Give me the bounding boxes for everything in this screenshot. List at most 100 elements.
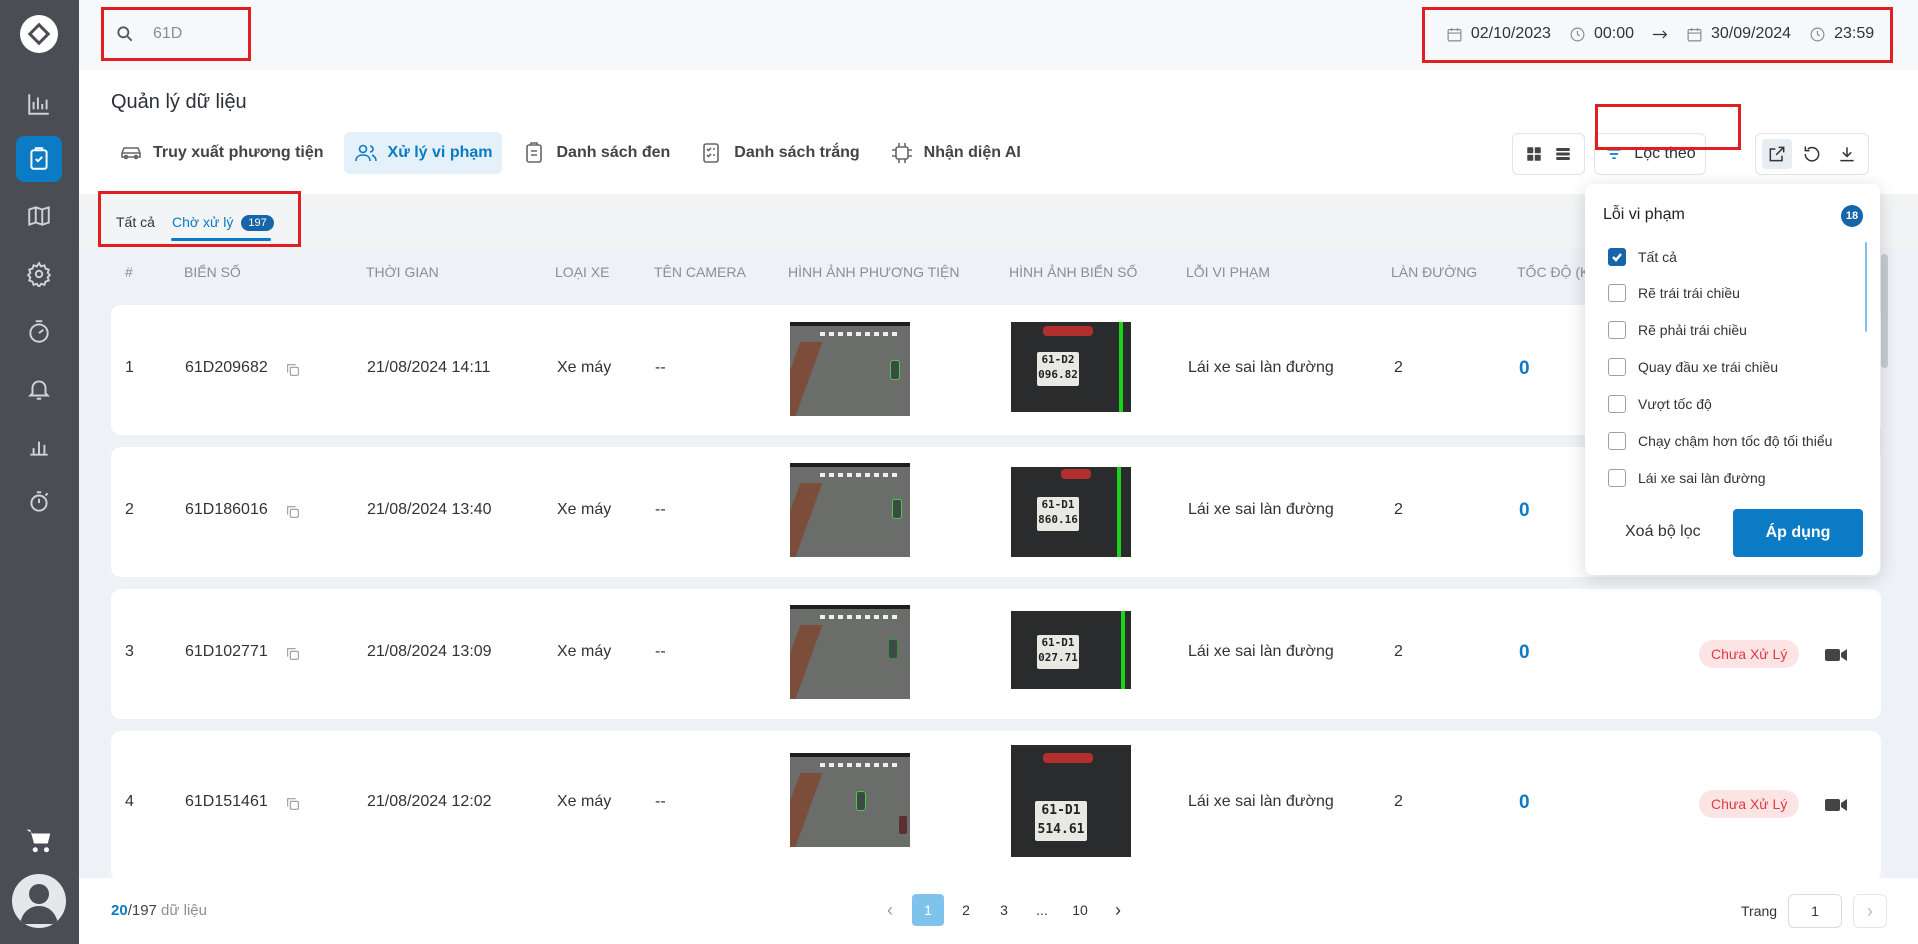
header-plate[interactable]: Biển số [184,264,241,280]
bell-icon [27,380,51,400]
search-box[interactable]: 61D [101,8,251,60]
filter-label: Lọc theo [1634,145,1696,162]
start-time[interactable]: 00:00 [1594,25,1634,43]
app-logo[interactable] [20,15,58,53]
page-title: Quản lý dữ liệu [111,91,247,113]
search-input[interactable]: 61D [153,25,182,43]
end-time[interactable]: 23:59 [1834,25,1874,43]
vehicle-image[interactable] [790,605,910,699]
checkbox-checked[interactable] [1608,248,1626,266]
plate-image[interactable]: 61-D2 096.82 [1011,322,1131,412]
tab-vehicle-lookup[interactable]: Truy xuất phương tiện [109,132,334,174]
filter-option-label: Lái xe sai làn đường [1638,470,1766,486]
bar-chart-icon [28,94,49,115]
header-time[interactable]: Thời gian [366,264,439,280]
checkbox[interactable] [1608,395,1626,413]
header-vehicle-type[interactable]: Loại xe [555,264,609,280]
subtab-all[interactable]: Tất cả [116,214,155,230]
header-speed[interactable]: Tốc độ (K [1517,264,1589,280]
sidebar-item-data-management[interactable] [16,136,62,182]
vehicle-image[interactable] [790,322,910,416]
tab-violation-processing[interactable]: Xử lý vi phạm [343,132,503,174]
tab-ai-recognition[interactable]: Nhận diện AI [880,132,1031,174]
tab-whitelist[interactable]: Danh sách trắng [690,132,869,174]
filter-option-speeding[interactable]: Vượt tốc độ [1608,395,1712,413]
filter-option-u-turn-wrong-way[interactable]: Quay đầu xe trái chiều [1608,358,1778,376]
copy-icon[interactable] [285,362,301,378]
apply-filter-button[interactable]: Áp dụng [1733,509,1863,557]
row-camera: -- [655,643,666,660]
video-camera-icon[interactable] [1825,647,1847,663]
cart-icon[interactable] [24,826,54,856]
header-camera[interactable]: Tên camera [654,264,746,280]
refresh-export-button[interactable] [1797,139,1827,169]
filter-option-all[interactable]: Tất cả [1608,248,1677,266]
next-page-button[interactable]: › [1102,894,1134,926]
tab-blacklist[interactable]: Danh sách đen [512,132,680,174]
checkbox[interactable] [1608,432,1626,450]
grid-view-icon[interactable] [1525,145,1543,163]
clear-filter-button[interactable]: Xoá bộ lọc [1625,523,1701,541]
sidebar-item-timer[interactable] [16,479,62,525]
checkbox[interactable] [1608,469,1626,487]
video-camera-icon[interactable] [1825,797,1847,813]
checkbox[interactable] [1608,358,1626,376]
tab-label: Nhận diện AI [923,144,1021,161]
sidebar-item-reports[interactable] [16,423,62,469]
filter-option-below-min-speed[interactable]: Chạy chậm hơn tốc độ tối thiểu [1608,432,1832,450]
vehicle-image[interactable] [790,463,910,557]
calendar-icon [1687,27,1702,41]
filter-option-right-turn-wrong-way[interactable]: Rẽ phải trái chiều [1608,321,1747,339]
header-violation[interactable]: Lỗi vi phạm [1186,264,1270,280]
sidebar-item-dashboard[interactable] [16,81,62,127]
table-row[interactable]: 3 61D102771 21/08/2024 13:09 Xe máy -- 6… [111,589,1881,719]
subtab-underline [171,238,271,241]
copy-icon[interactable] [285,646,301,662]
user-avatar[interactable] [12,874,66,928]
plate-image[interactable]: 61-D1 027.71 [1011,611,1131,689]
filter-option-label: Chạy chậm hơn tốc độ tối thiểu [1638,433,1833,449]
filter-option-left-turn-wrong-way[interactable]: Rẽ trái trái chiều [1608,284,1740,302]
checkbox[interactable] [1608,284,1626,302]
filter-button[interactable]: Lọc theo [1594,133,1706,175]
subtab-pending[interactable]: Chờ xử lý 197 [172,214,274,231]
filter-dropdown-scrollbar[interactable] [1865,242,1867,332]
checkbox[interactable] [1608,321,1626,339]
plate-image-line1: 61-D1 [1041,498,1075,511]
page-jump-input[interactable]: 1 [1788,894,1842,928]
start-date[interactable]: 02/10/2023 [1471,25,1551,43]
page-jump-go-button[interactable]: › [1853,894,1887,928]
copy-icon[interactable] [285,504,301,520]
plate-image-line2: 096.82 [1038,368,1078,381]
list-view-icon[interactable] [1554,145,1572,163]
page-ellipsis: ... [1036,902,1048,918]
row-lane: 2 [1394,359,1403,376]
table-scrollbar[interactable] [1881,254,1888,368]
plate-image[interactable]: 61-D1 860.16 [1011,467,1131,557]
sidebar-item-map[interactable] [16,193,62,239]
share-button[interactable] [1762,139,1793,169]
row-index: 3 [125,643,134,660]
plate-image[interactable]: 61-D1 514.61 [1011,745,1131,857]
arrow-right-icon [1652,30,1668,38]
filter-count-badge: 18 [1841,205,1863,227]
page-3-button[interactable]: 3 [988,894,1020,926]
download-button[interactable] [1832,139,1862,169]
prev-page-button[interactable]: ‹ [874,894,906,926]
sidebar-item-settings[interactable] [16,251,62,297]
page-10-button[interactable]: 10 [1064,894,1096,926]
page-1-button[interactable]: 1 [912,894,944,926]
filter-option-wrong-lane[interactable]: Lái xe sai làn đường [1608,469,1766,487]
row-index: 4 [125,793,134,810]
end-date[interactable]: 30/09/2024 [1711,25,1791,43]
table-row[interactable]: 4 61D151461 21/08/2024 12:02 Xe máy -- 6… [111,731,1881,881]
sidebar-item-alerts[interactable] [16,366,62,412]
header-lane[interactable]: Làn đường [1391,264,1477,280]
check-icon [1612,253,1622,262]
copy-icon[interactable] [285,796,301,812]
plate-image-line1: 61-D1 [1041,636,1075,649]
vehicle-image[interactable] [790,753,910,847]
page-2-button[interactable]: 2 [950,894,982,926]
sidebar-item-speed[interactable] [16,309,62,355]
date-range-picker[interactable]: 02/10/2023 00:00 30/09/2024 23:59 [1428,8,1892,60]
